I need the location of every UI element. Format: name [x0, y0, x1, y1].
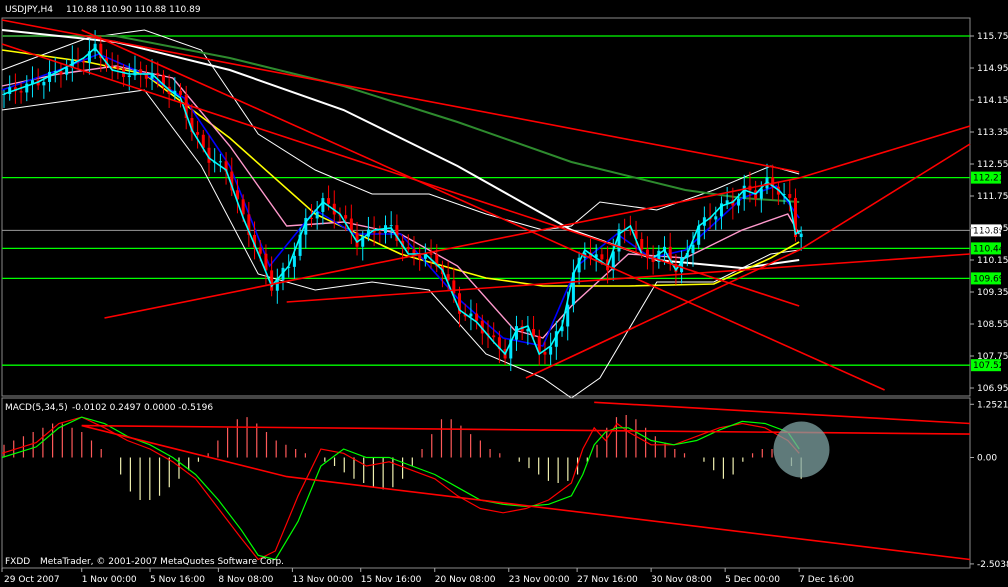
candle-body	[20, 91, 23, 92]
candle-body	[640, 239, 643, 249]
price-chart[interactable]: 112.21110.89110.44109.69107.52 115.75114…	[0, 0, 1008, 587]
candle-body	[452, 280, 455, 293]
candle-body	[788, 194, 791, 198]
y-tick-label: 114.95	[977, 64, 1008, 74]
candle-body	[219, 161, 222, 162]
candle-body	[737, 199, 740, 206]
macd-highlight	[773, 422, 829, 478]
candle-body	[691, 245, 694, 253]
macd-y-tick-label: 0.00	[977, 454, 997, 464]
candle-body	[743, 186, 746, 199]
candle-body	[390, 225, 393, 226]
price-label-text: 112.21	[973, 174, 1005, 184]
candle-body	[310, 218, 313, 219]
candle-body	[321, 198, 324, 212]
macd-y-tick-label: 1.2521	[977, 400, 1008, 410]
y-tick-label: 110.95	[977, 224, 1008, 234]
price-label-text: 107.52	[973, 361, 1005, 371]
macd-label: MACD(5,34,5)	[5, 403, 68, 413]
candle-body	[242, 199, 245, 214]
candle-body	[532, 329, 535, 336]
x-tick-label: 15 Nov 16:00	[361, 575, 422, 585]
candle-body	[316, 212, 319, 218]
x-tick-label: 23 Nov 00:00	[509, 575, 570, 585]
x-tick-label: 5 Dec 00:00	[725, 575, 780, 585]
x-tick-label: 8 Nov 08:00	[218, 575, 273, 585]
macd-values: -0.0102 0.2497 0.0000 -0.5196	[72, 403, 213, 413]
chart-background	[0, 0, 1008, 587]
candle-body	[600, 254, 603, 259]
candle-body	[412, 249, 415, 253]
x-tick-label: 27 Nov 16:00	[577, 575, 638, 585]
candle-body	[714, 216, 717, 219]
y-tick-label: 108.55	[977, 320, 1008, 330]
x-tick-label: 7 Dec 16:00	[799, 575, 854, 585]
y-tick-label: 113.35	[977, 128, 1008, 138]
candle-body	[475, 314, 478, 321]
candle-body	[65, 68, 68, 75]
candle-body	[179, 91, 182, 95]
y-tick-label: 114.15	[977, 96, 1008, 106]
x-tick-label: 5 Nov 16:00	[150, 575, 205, 585]
price-label-text: 110.44	[973, 244, 1005, 254]
candle-body	[259, 247, 262, 253]
candle-body	[549, 347, 552, 355]
highlight-circle	[773, 422, 829, 478]
candle-body	[492, 335, 495, 337]
price-label-text: 109.69	[973, 274, 1005, 284]
x-tick-label: 30 Nov 08:00	[651, 575, 712, 585]
candle-body	[156, 73, 159, 75]
x-tick-label: 1 Nov 00:00	[82, 575, 137, 585]
candle-body	[327, 198, 330, 204]
y-tick-label: 111.75	[977, 192, 1008, 202]
y-tick-label: 115.75	[977, 32, 1008, 42]
candle-body	[196, 132, 199, 135]
x-tick-label: 20 Nov 08:00	[435, 575, 496, 585]
candle-body	[430, 253, 433, 254]
y-tick-label: 109.35	[977, 288, 1008, 298]
symbol-label: USDJPY,H4	[5, 5, 53, 15]
candle-body	[378, 232, 381, 233]
y-tick-label: 110.15	[977, 256, 1008, 266]
candle-body	[543, 352, 546, 355]
x-tick-label: 13 Nov 00:00	[292, 575, 353, 585]
macd-y-tick-label: -2.5038	[977, 560, 1008, 570]
candle-body	[42, 82, 45, 85]
candle-body	[59, 71, 62, 75]
y-tick-label: 112.55	[977, 160, 1008, 170]
copyright-label: MetaTrader, © 2001-2007 MetaQuotes Softw…	[40, 557, 284, 567]
candle-body	[469, 314, 472, 317]
y-tick-label: 106.95	[977, 384, 1008, 394]
ohlc-values: 110.88 110.90 110.88 110.89	[66, 5, 201, 15]
candle-body	[139, 69, 142, 74]
candle-body	[344, 215, 347, 218]
broker-label: FXDD	[5, 557, 30, 567]
candle-body	[293, 256, 296, 267]
candle-body	[116, 66, 119, 69]
candle-body	[407, 247, 410, 249]
x-tick-label: 29 Oct 2007	[4, 575, 60, 585]
candle-body	[82, 62, 85, 63]
candle-body	[270, 270, 273, 290]
y-tick-label: 107.75	[977, 352, 1008, 362]
candle-body	[111, 66, 114, 67]
candle-body	[128, 75, 131, 77]
candle-body	[800, 234, 803, 237]
